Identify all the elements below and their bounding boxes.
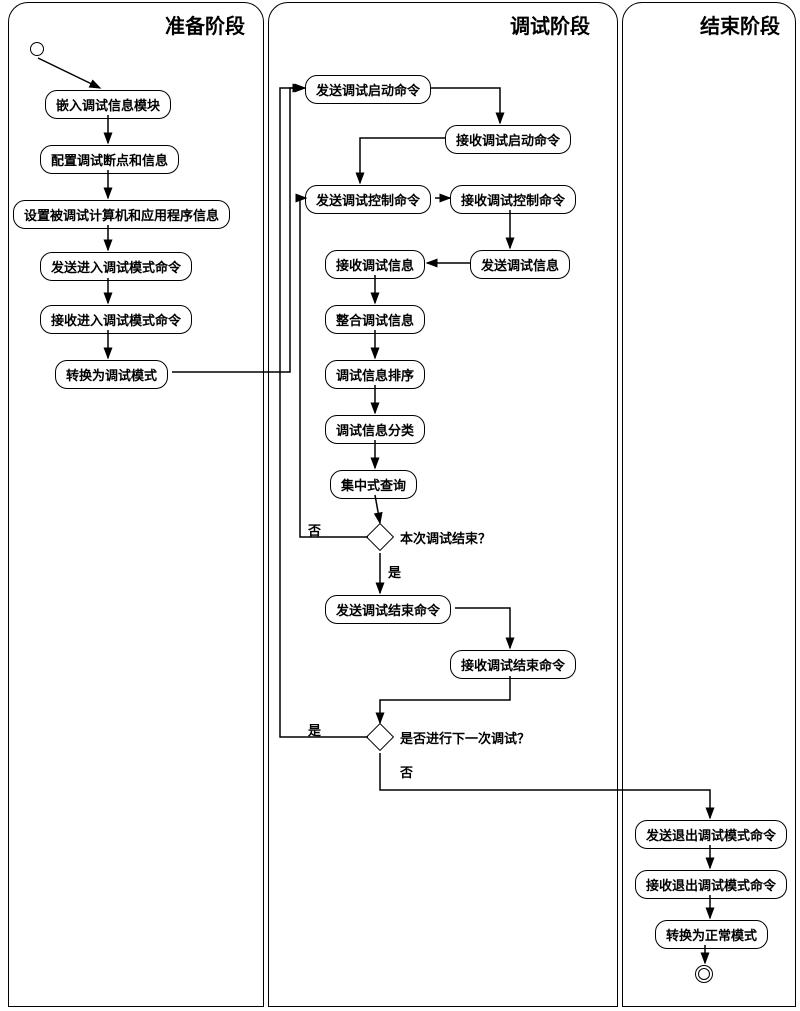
- arrows: [0, 0, 800, 1011]
- activity-diagram: 准备阶段 调试阶段 结束阶段 嵌入调试信息模块 配置调试断点和信息 设置被调试计…: [0, 0, 800, 1011]
